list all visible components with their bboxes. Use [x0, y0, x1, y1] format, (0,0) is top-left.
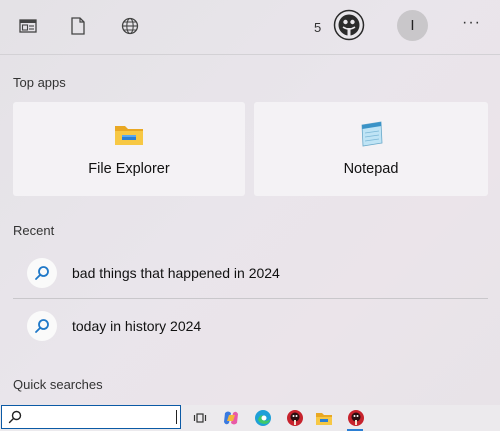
- taskbar-search-input[interactable]: [26, 408, 176, 428]
- edge-icon[interactable]: [253, 408, 273, 428]
- more-options-button[interactable]: ···: [462, 14, 481, 32]
- search-icon: [27, 311, 57, 341]
- recent-divider: [13, 298, 488, 299]
- recent-search-label: bad things that happened in 2024: [72, 265, 280, 281]
- document-icon[interactable]: [67, 14, 89, 38]
- start-header: 5 I ···: [0, 0, 500, 54]
- notepad-icon: [355, 118, 387, 150]
- app-label: File Explorer: [88, 161, 170, 177]
- app-label: Notepad: [343, 161, 399, 177]
- task-view-icon[interactable]: [190, 408, 210, 428]
- copilot-icon[interactable]: [221, 408, 241, 428]
- globe-icon[interactable]: [119, 14, 141, 38]
- search-icon: [27, 258, 57, 288]
- rewards-points: 5: [314, 20, 322, 35]
- header-divider: [0, 54, 500, 55]
- quick-searches-heading: Quick searches: [13, 377, 103, 392]
- app-card-notepad[interactable]: Notepad: [254, 102, 488, 196]
- file-explorer-icon[interactable]: [314, 408, 334, 428]
- search-icon: [8, 410, 22, 429]
- rewards-icon[interactable]: [333, 9, 365, 41]
- taskbar-search-box[interactable]: [1, 405, 181, 429]
- app-icon[interactable]: [346, 408, 366, 428]
- recent-search-item[interactable]: bad things that happened in 2024: [13, 249, 488, 297]
- taskbar: [0, 405, 500, 431]
- app-icon[interactable]: [285, 408, 305, 428]
- news-icon[interactable]: [17, 14, 39, 38]
- user-avatar[interactable]: I: [397, 10, 428, 41]
- text-cursor: [176, 410, 177, 424]
- recent-search-label: today in history 2024: [72, 318, 202, 334]
- recent-search-item[interactable]: today in history 2024: [13, 302, 488, 350]
- top-apps-heading: Top apps: [13, 75, 66, 90]
- recent-heading: Recent: [13, 223, 55, 238]
- folder-icon: [113, 118, 145, 150]
- app-card-file-explorer[interactable]: File Explorer: [13, 102, 245, 196]
